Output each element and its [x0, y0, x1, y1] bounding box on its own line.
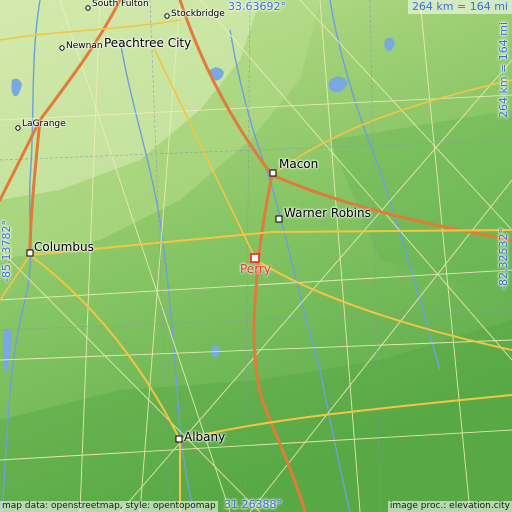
- scale-label-horizontal: 264 km = 164 mi: [407, 0, 512, 14]
- scale-label-vertical: 264 km = 164 mi: [497, 21, 510, 118]
- marker-albany: [175, 435, 183, 443]
- label-peachtree-city[interactable]: Peachtree City: [104, 36, 191, 50]
- coord-bottom-latitude: 31.26388°: [224, 498, 282, 511]
- label-perry-highlight[interactable]: Perry: [240, 262, 271, 276]
- marker-south-fulton: [85, 5, 91, 11]
- attribution-image-proc[interactable]: image proc.: elevation.city: [387, 501, 512, 512]
- label-south-fulton[interactable]: South Fulton: [92, 0, 149, 10]
- marker-macon: [269, 169, 277, 177]
- label-warner-robins[interactable]: Warner Robins: [284, 206, 371, 220]
- marker-newnan: [59, 45, 65, 51]
- label-stockbridge[interactable]: Stockbridge: [171, 9, 225, 20]
- map-canvas[interactable]: [0, 0, 512, 512]
- marker-perry[interactable]: [250, 253, 260, 263]
- marker-stockbridge: [164, 13, 170, 19]
- label-columbus[interactable]: Columbus: [34, 240, 94, 254]
- marker-lagrange: [15, 125, 21, 131]
- attribution-map-data[interactable]: map data: openstreetmap, style: opentopo…: [0, 501, 218, 512]
- coord-top-latitude: 33.63692°: [228, 0, 286, 13]
- marker-columbus: [26, 249, 34, 257]
- label-macon[interactable]: Macon: [279, 157, 318, 171]
- label-lagrange[interactable]: LaGrange: [22, 119, 66, 130]
- map-viewport[interactable]: South Fulton Stockbridge Newnan Peachtre…: [0, 0, 512, 512]
- coord-right-longitude: -82.32532°: [497, 228, 510, 290]
- marker-warner-robins: [275, 215, 283, 223]
- coord-left-longitude: -85.13782°: [0, 220, 13, 282]
- label-albany[interactable]: Albany: [184, 430, 225, 444]
- label-newnan[interactable]: Newnan: [66, 41, 103, 52]
